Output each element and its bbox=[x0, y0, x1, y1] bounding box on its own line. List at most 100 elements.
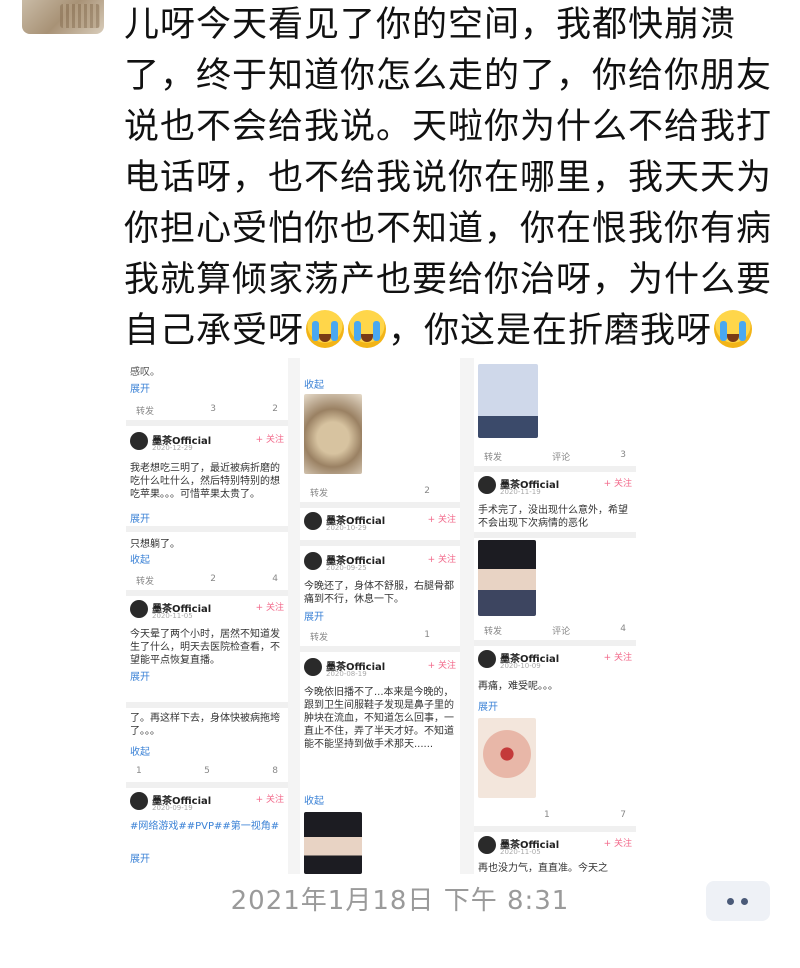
message-text-fragment: ，你这是在折磨我呀 bbox=[388, 311, 713, 351]
post-header: 墨茶Official 2020-11-05 + 关注 bbox=[478, 834, 632, 860]
post-actions: 转发 评论 3 bbox=[484, 450, 626, 463]
post-actions: 转发 2 bbox=[310, 486, 430, 499]
crying-face-emoji-icon bbox=[306, 310, 345, 348]
divider bbox=[474, 640, 636, 646]
divider bbox=[126, 702, 288, 708]
post-date: 2020-11-05 bbox=[500, 848, 541, 856]
follow-button: + 关注 bbox=[603, 479, 632, 489]
post-actions: 转发 1 bbox=[310, 630, 430, 643]
post-date: 2020-09-19 bbox=[152, 804, 193, 812]
divider bbox=[126, 526, 288, 532]
follow-button: + 关注 bbox=[255, 435, 284, 445]
expand-link: 展开 bbox=[304, 612, 324, 623]
collage-column-2: 收起 转发 2 墨茶Official 2020-10-29 + 关注 墨茶Offi… bbox=[300, 358, 460, 874]
user-avatar bbox=[304, 658, 322, 676]
collapse-link: 收起 bbox=[130, 747, 150, 758]
divider bbox=[300, 540, 460, 546]
post-header: 墨茶Official 2020-08-19 + 关注 bbox=[304, 656, 456, 682]
post-text: 手术完了，没出现什么意外，希望不会出现下次病情的恶化 bbox=[478, 505, 628, 529]
user-avatar bbox=[478, 836, 496, 854]
follow-button: + 关注 bbox=[427, 661, 456, 671]
message-line: 了，终于知道你怎么走的了，你给你朋友 bbox=[124, 56, 773, 96]
user-avatar bbox=[478, 476, 496, 494]
post-date: 2020-11-05 bbox=[152, 612, 193, 620]
post-header: 墨茶Official 2020-09-19 + 关注 bbox=[130, 790, 284, 816]
follow-button: + 关注 bbox=[255, 603, 284, 613]
user-avatar bbox=[304, 512, 322, 530]
follow-button: + 关注 bbox=[427, 515, 456, 525]
divider bbox=[474, 826, 636, 832]
post-actions: 转发 评论 4 bbox=[484, 624, 626, 637]
injury-photo bbox=[478, 718, 536, 798]
message-line: 电话呀，也不给我说你在哪里，我天天为 bbox=[124, 158, 773, 198]
divider bbox=[126, 420, 288, 426]
post-date: 2020-11-19 bbox=[500, 488, 541, 496]
divider bbox=[300, 646, 460, 652]
collapse-link: 收起 bbox=[130, 555, 150, 566]
expand-link: 展开 bbox=[478, 702, 498, 713]
expand-link: 展开 bbox=[130, 384, 150, 395]
follow-button: + 关注 bbox=[427, 555, 456, 565]
post-header: 墨茶Official 2020-11-19 + 关注 bbox=[478, 474, 632, 500]
divider bbox=[300, 502, 460, 508]
post-text: 只想躺了。 bbox=[130, 539, 180, 550]
post-header: 墨茶Official 2020-12-29 + 关注 bbox=[130, 430, 284, 456]
message-text-fragment: 自己承受呀 bbox=[124, 311, 305, 351]
post-date: 2020-08-19 bbox=[326, 670, 367, 678]
message-line: 我就算倾家荡产也要给你治呀，为什么要 bbox=[124, 260, 773, 300]
anime-avatar-image bbox=[478, 540, 536, 616]
post-date: 2020-10-29 bbox=[326, 524, 367, 532]
post-text: 了。再这样下去，身体快被病拖垮了。。。 bbox=[130, 713, 280, 737]
message-line: 你担心受怕你也不知道，你在恨我你有病 bbox=[124, 209, 773, 249]
cat-photo bbox=[304, 394, 362, 474]
crying-face-emoji-icon bbox=[348, 310, 387, 348]
post-header: 墨茶Official 2020-09-25 + 关注 bbox=[304, 550, 456, 576]
follow-button: + 关注 bbox=[603, 653, 632, 663]
user-avatar bbox=[304, 552, 322, 570]
screen-photo bbox=[478, 364, 538, 438]
message-text: 儿呀今天看见了你的空间，我都快崩溃 了，终于知道你怎么走的了，你给你朋友 说也不… bbox=[124, 0, 784, 408]
post-text: 再也没力气，直直准。今天之 bbox=[478, 863, 608, 874]
user-avatar bbox=[130, 600, 148, 618]
follow-button: + 关注 bbox=[255, 795, 284, 805]
screenshot-collage-image[interactable]: 感叹。 展开 转发 3 2 墨茶Official 2020-12-29 + 关注 我… bbox=[126, 358, 636, 874]
message-line: 说也不会给我说。天啦你为什么不给我打 bbox=[124, 107, 773, 147]
message-line: 自己承受呀 ，你这是在折磨我呀 bbox=[124, 306, 784, 357]
user-avatar bbox=[130, 792, 148, 810]
post-actions: 158 bbox=[136, 766, 278, 776]
post-date: 2020-12-29 bbox=[152, 444, 193, 452]
expand-link: 展开 bbox=[130, 514, 150, 525]
post-date: 2020-10-09 bbox=[500, 662, 541, 670]
more-dots-icon[interactable] bbox=[706, 881, 770, 921]
collage-column-1: 感叹。 展开 转发 3 2 墨茶Official 2020-12-29 + 关注 我… bbox=[126, 358, 288, 874]
divider bbox=[126, 782, 288, 788]
post-text: 感叹。 bbox=[130, 367, 160, 378]
post-text: 我老想吃三明了，最近被病折磨的吃什么吐什么，然后特别特别的想吃苹果。。。可惜苹果… bbox=[130, 463, 280, 500]
sender-avatar[interactable] bbox=[22, 0, 104, 34]
post-text: 今天晕了两个小时，居然不知道发生了什么，明天去医院检查看，不望能平点恢复直播。 bbox=[130, 629, 280, 666]
message-timestamp: 2021年1月18日 下午 8:31 bbox=[230, 886, 570, 916]
post-text: 再痛，难受呢。。。 bbox=[478, 681, 558, 692]
post-header: 墨茶Official 2020-11-05 + 关注 bbox=[130, 598, 284, 624]
user-avatar bbox=[478, 650, 496, 668]
post-tags: #网络游戏##PVP##第一视角# bbox=[130, 821, 280, 832]
post-header: 墨茶Official 2020-10-29 + 关注 bbox=[304, 510, 456, 536]
message-line: 儿呀今天看见了你的空间，我都快崩溃 bbox=[124, 5, 737, 45]
post-date: 2020-09-25 bbox=[326, 564, 367, 572]
anime-avatar-image bbox=[304, 812, 362, 874]
post-text: 今晚依旧播不了...本来是今晚的，跟到卫生间服鞋子发现是鼻子里的肿块在流血，不知… bbox=[304, 687, 454, 750]
collage-column-3: 转发 评论 3 墨茶Official 2020-11-19 + 关注 手术完了，没出… bbox=[474, 358, 636, 874]
post-actions: 转发 3 2 bbox=[136, 404, 278, 417]
expand-link: 展开 bbox=[130, 672, 150, 683]
post-header: 墨茶Official 2020-10-09 + 关注 bbox=[478, 648, 632, 674]
divider bbox=[126, 590, 288, 596]
follow-button: + 关注 bbox=[603, 839, 632, 849]
divider bbox=[474, 532, 636, 538]
divider bbox=[474, 466, 636, 472]
collapse-link: 收起 bbox=[304, 796, 324, 807]
post-actions: 17 bbox=[544, 810, 626, 820]
collapse-link: 收起 bbox=[304, 380, 324, 391]
post-actions: 转发 2 4 bbox=[136, 574, 278, 587]
user-avatar bbox=[130, 432, 148, 450]
expand-link: 展开 bbox=[130, 854, 150, 865]
